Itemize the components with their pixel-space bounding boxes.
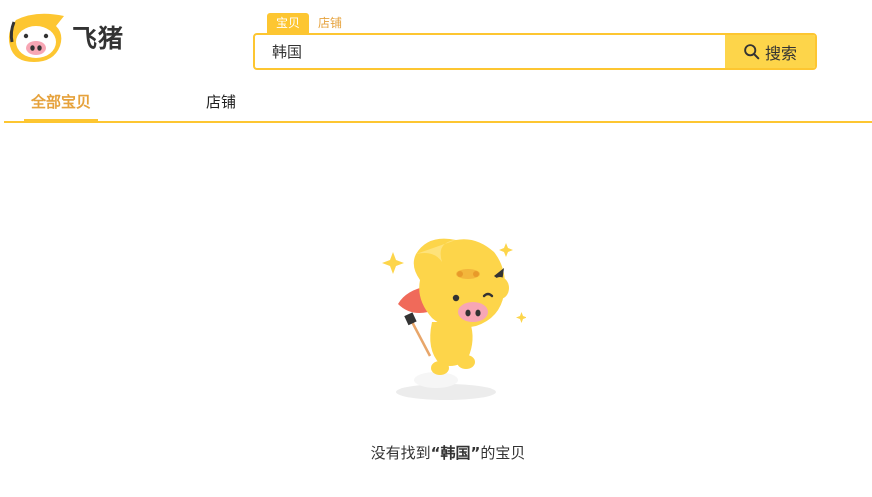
empty-message-keyword: 韩国 (440, 444, 471, 462)
search-type-tabs: 宝贝 店铺 (267, 13, 351, 34)
search-icon (744, 44, 760, 60)
logo[interactable]: 飞猪 (6, 12, 124, 66)
empty-message: 没有找到“韩国”的宝贝 (0, 442, 872, 463)
tab-all-items[interactable]: 全部宝贝 (24, 84, 98, 122)
empty-message-quote-open: “ (430, 444, 441, 462)
logo-text: 飞猪 (72, 24, 125, 53)
pig-logo-icon (8, 13, 64, 62)
search-button[interactable]: 搜索 (725, 35, 815, 68)
search-button-label: 搜索 (764, 43, 797, 63)
tabs-divider (4, 121, 872, 123)
empty-message-suffix: 的宝贝 (480, 444, 526, 462)
empty-message-prefix: 没有找到 (370, 444, 431, 462)
tab-shops[interactable]: 店铺 (206, 84, 236, 122)
search-type-items[interactable]: 宝贝 (267, 13, 310, 34)
empty-message-quote-close: ” (470, 444, 481, 462)
search-bar: 搜索 (253, 33, 817, 70)
flying-pig-mascot (382, 238, 526, 400)
search-type-shops[interactable]: 店铺 (309, 13, 351, 34)
search-input[interactable] (255, 35, 725, 68)
page: 飞猪 宝贝 店铺 搜索 全部宝贝 店铺 (0, 0, 872, 497)
